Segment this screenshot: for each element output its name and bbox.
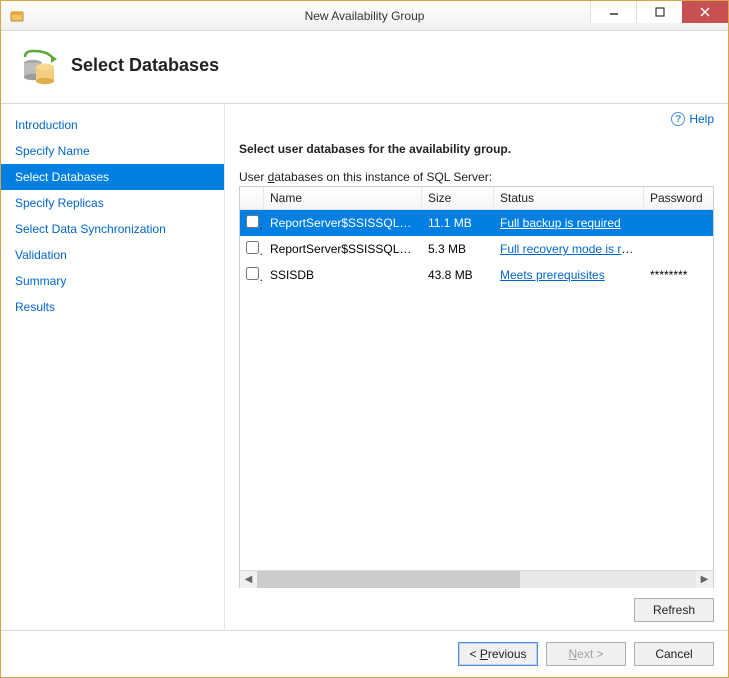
- minimize-button[interactable]: [590, 1, 636, 23]
- scroll-thumb[interactable]: [257, 571, 520, 588]
- sidebar-item-specify-name[interactable]: Specify Name: [1, 138, 224, 164]
- cancel-button[interactable]: Cancel: [634, 642, 714, 666]
- status-link[interactable]: Full recovery mode is re...: [500, 242, 638, 256]
- cell-size: 5.3 MB: [422, 242, 494, 256]
- cell-password: ********: [644, 268, 713, 282]
- row-checkbox[interactable]: [246, 267, 259, 280]
- list-label: User databases on this instance of SQL S…: [239, 170, 714, 184]
- sidebar-item-validation[interactable]: Validation: [1, 242, 224, 268]
- cell-name: ReportServer$SSISSQLSER...: [264, 216, 422, 230]
- table-body: ReportServer$SSISSQLSER... 11.1 MB Full …: [240, 210, 713, 570]
- next-button[interactable]: Next >: [546, 642, 626, 666]
- window-controls: [590, 1, 728, 23]
- sidebar-item-select-data-sync[interactable]: Select Data Synchronization: [1, 216, 224, 242]
- app-icon: [9, 8, 25, 24]
- cell-size: 11.1 MB: [422, 216, 494, 230]
- databases-table: Name Size Status Password ReportServer$S…: [239, 186, 714, 588]
- help-icon: ?: [671, 112, 685, 126]
- help-link[interactable]: ? Help: [671, 112, 714, 126]
- title-bar: New Availability Group: [1, 1, 728, 31]
- sidebar-item-results[interactable]: Results: [1, 294, 224, 320]
- sidebar-item-select-databases[interactable]: Select Databases: [1, 164, 224, 190]
- column-status[interactable]: Status: [494, 187, 644, 209]
- column-checkbox[interactable]: [240, 187, 264, 209]
- horizontal-scrollbar[interactable]: ◀ ▶: [240, 570, 713, 587]
- row-checkbox[interactable]: [246, 241, 259, 254]
- scroll-left-icon[interactable]: ◀: [240, 571, 257, 588]
- cell-name: ReportServer$SSISSQLSER...: [264, 242, 422, 256]
- column-name[interactable]: Name: [264, 187, 422, 209]
- close-button[interactable]: [682, 1, 728, 23]
- cell-size: 43.8 MB: [422, 268, 494, 282]
- status-link[interactable]: Meets prerequisites: [500, 268, 605, 282]
- table-row[interactable]: SSISDB 43.8 MB Meets prerequisites *****…: [240, 262, 713, 288]
- table-row[interactable]: ReportServer$SSISSQLSER... 5.3 MB Full r…: [240, 236, 713, 262]
- page-title: Select Databases: [71, 55, 219, 76]
- column-size[interactable]: Size: [422, 187, 494, 209]
- status-link[interactable]: Full backup is required: [500, 216, 621, 230]
- sidebar-item-specify-replicas[interactable]: Specify Replicas: [1, 190, 224, 216]
- table-header: Name Size Status Password: [240, 187, 713, 210]
- scroll-track[interactable]: [257, 571, 696, 588]
- table-row[interactable]: ReportServer$SSISSQLSER... 11.1 MB Full …: [240, 210, 713, 236]
- wizard-steps-nav: Introduction Specify Name Select Databas…: [1, 104, 225, 630]
- previous-button[interactable]: < Previous: [458, 642, 538, 666]
- instruction-text: Select user databases for the availabili…: [239, 142, 714, 156]
- row-checkbox[interactable]: [246, 215, 259, 228]
- wizard-footer: < Previous Next > Cancel: [1, 630, 728, 676]
- database-icon: [19, 45, 59, 85]
- sidebar-item-summary[interactable]: Summary: [1, 268, 224, 294]
- sidebar-item-introduction[interactable]: Introduction: [1, 112, 224, 138]
- main-panel: ? Help Select user databases for the ava…: [225, 104, 728, 630]
- maximize-button[interactable]: [636, 1, 682, 23]
- refresh-button[interactable]: Refresh: [634, 598, 714, 622]
- column-password[interactable]: Password: [644, 187, 713, 209]
- scroll-right-icon[interactable]: ▶: [696, 571, 713, 588]
- wizard-header: Select Databases: [1, 31, 728, 104]
- cell-name: SSISDB: [264, 268, 422, 282]
